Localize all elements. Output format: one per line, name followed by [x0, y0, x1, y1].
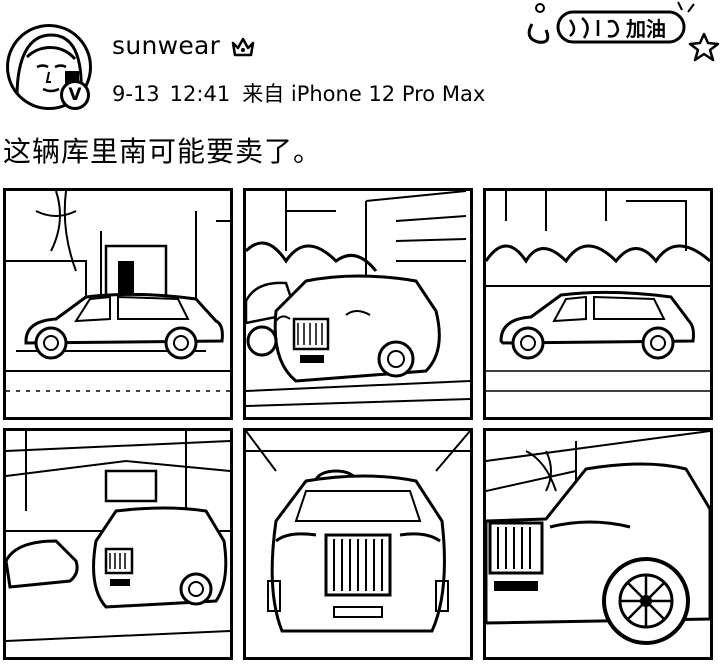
- sticker-text: 加油: [625, 17, 666, 41]
- photo-3-side-view-trees[interactable]: [483, 188, 713, 420]
- post-text: 这辆库里南可能要卖了。: [3, 135, 323, 168]
- vip-crown-icon: [231, 37, 255, 57]
- username[interactable]: sunwear: [112, 31, 220, 60]
- post-header: V sunwear 9-13 12:41 来自 iPhone 12 Pro Max …: [0, 0, 725, 120]
- post-time: 12:41: [169, 82, 231, 106]
- post-meta: 9-13 12:41 来自 iPhone 12 Pro Max: [112, 78, 485, 108]
- post-source: 来自 iPhone 12 Pro Max: [242, 82, 486, 106]
- photo-6-front-wheel-closeup[interactable]: [483, 428, 713, 660]
- photo-grid: [0, 185, 725, 665]
- photo-5-front-grille[interactable]: [243, 428, 473, 660]
- photo-2-front-three-quarter-street[interactable]: [243, 188, 473, 420]
- photo-1-side-view-street[interactable]: [3, 188, 233, 420]
- verified-badge-icon: V: [60, 80, 90, 110]
- post-date: 9-13: [112, 82, 160, 106]
- sticker-decoration: 加油: [527, 1, 720, 62]
- star-icon: [688, 32, 720, 62]
- photo-4-showroom[interactable]: [3, 428, 233, 660]
